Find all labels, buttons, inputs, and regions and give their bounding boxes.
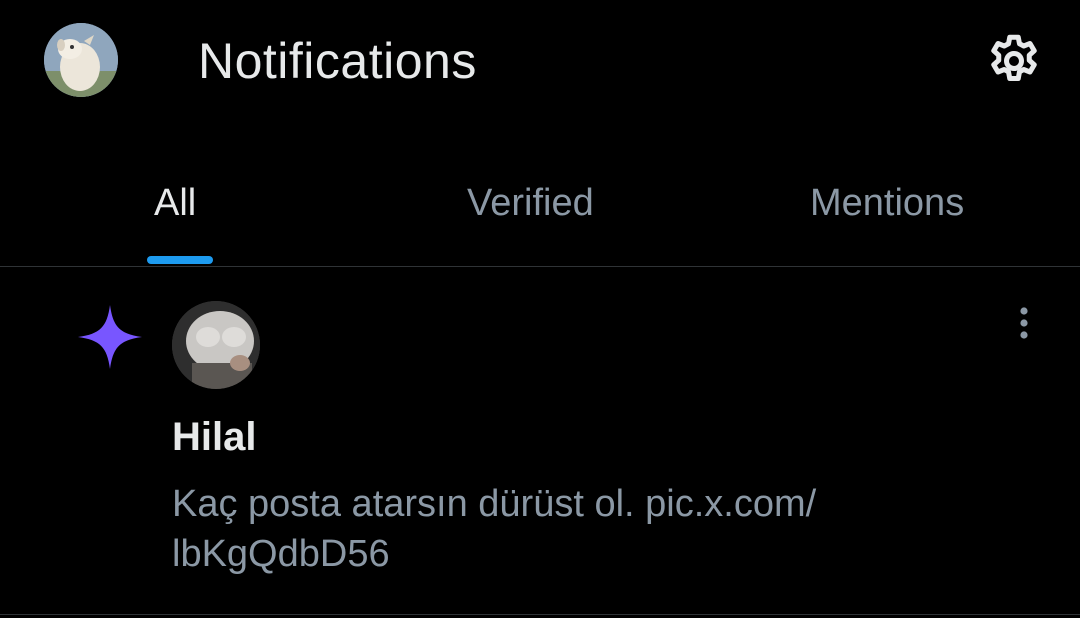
post-link[interactable]: lbKgQdbD56 (172, 529, 1002, 579)
tab-verified-label: Verified (467, 182, 594, 224)
notification-tabs: All Verified Mentions (0, 150, 1080, 266)
notification-item[interactable]: Hilal Kaç posta atarsın dürüst ol. pic.x… (0, 267, 1080, 614)
user-name[interactable]: Hilal (172, 415, 256, 460)
tab-verified[interactable]: Verified (360, 150, 720, 266)
post-text[interactable]: Kaç posta atarsın dürüst ol. pic.x.com/ … (172, 479, 1002, 579)
post-text-line-1: Kaç posta atarsın dürüst ol. pic.x.com/ (172, 483, 817, 525)
top-bar: Notifications (0, 0, 1080, 130)
gear-icon (991, 34, 1037, 81)
active-tab-indicator (147, 256, 213, 264)
user-avatar-image (172, 301, 260, 389)
notification-divider (0, 614, 1080, 615)
tab-all-label: All (154, 182, 197, 224)
user-avatar[interactable] (172, 301, 260, 389)
profile-avatar[interactable] (44, 23, 118, 97)
sparkle-icon (76, 303, 144, 371)
profile-avatar-image (44, 23, 118, 97)
more-options-button[interactable] (1004, 303, 1044, 343)
tab-mentions[interactable]: Mentions (720, 150, 1080, 266)
page-title: Notifications (198, 33, 477, 89)
tab-all[interactable]: All (0, 150, 360, 266)
settings-button[interactable] (984, 31, 1044, 91)
more-vertical-icon (1020, 307, 1028, 339)
tab-mentions-label: Mentions (810, 182, 965, 224)
